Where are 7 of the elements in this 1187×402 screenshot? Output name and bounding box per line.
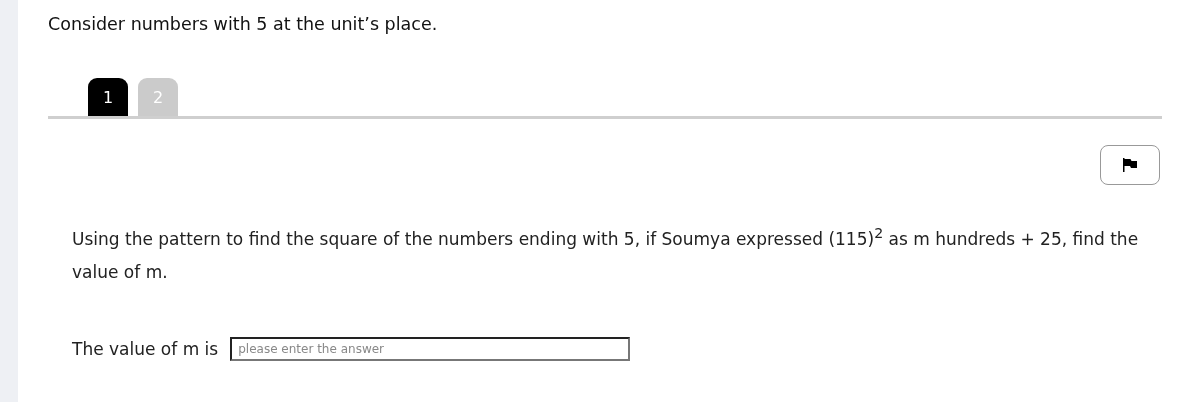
question-text: Using the pattern to find the square of the numbers ending with 5, if Soumya expressed (115)$^{2}$ as m hundreds + 25, find the value of m.	[72, 224, 1140, 284]
heading: Consider numbers with 5 at the unit’s place.	[48, 13, 439, 36]
answer-field[interactable]: please enter the answer	[230, 336, 631, 361]
flag-icon	[1122, 158, 1138, 172]
answer-label: The value of m is	[72, 338, 219, 359]
question-tab[interactable]: 1	[88, 78, 128, 116]
flag-button[interactable]	[1100, 145, 1160, 185]
